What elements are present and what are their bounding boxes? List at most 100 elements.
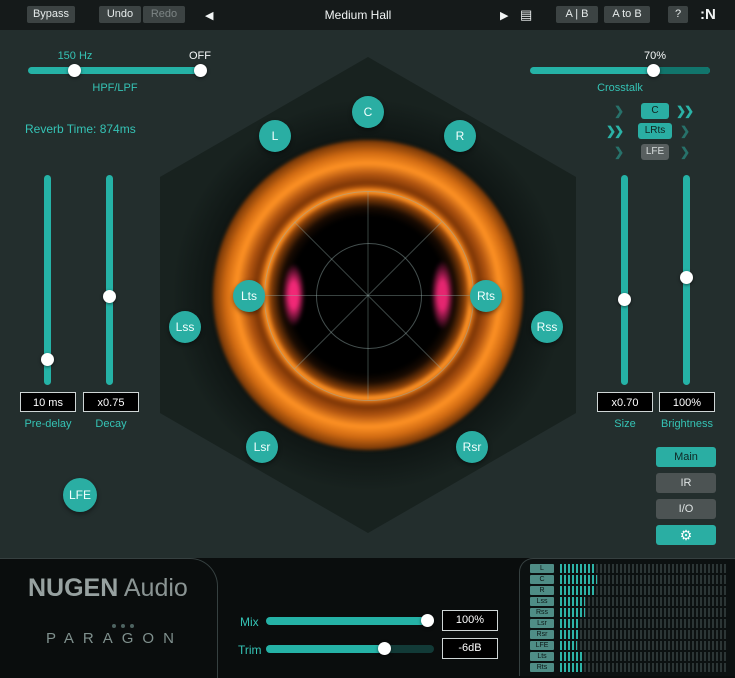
routing-c-left-chevron-icon[interactable]: ❯ [614, 104, 622, 118]
hpf-value-label: 150 Hz [50, 50, 100, 62]
size-value-box[interactable]: x0.70 [597, 392, 653, 412]
hexagon-visualizer [160, 57, 576, 533]
routing-c-button[interactable]: C [641, 103, 669, 119]
meter-row: C [530, 575, 728, 584]
trim-slider-fill [266, 645, 385, 653]
routing-lrts-left-chevron-icon[interactable]: ❯❯ [606, 124, 622, 138]
speaker-node-lfe[interactable]: LFE [63, 478, 97, 512]
meter-label: Rsr [530, 630, 554, 639]
meter-bar [560, 608, 728, 617]
speaker-node-l[interactable]: L [259, 120, 291, 152]
meter-row: Lss [530, 597, 728, 606]
meter-label: LFE [530, 641, 554, 650]
mix-slider-track[interactable] [266, 617, 434, 625]
meter-row: Rsr [530, 630, 728, 639]
predelay-value-box[interactable]: 10 ms [20, 392, 76, 412]
brand-name-light: Audio [118, 574, 188, 602]
speaker-node-rsr[interactable]: Rsr [456, 431, 488, 463]
decay-label: Decay [87, 418, 135, 430]
routing-lrts-right-chevron-icon[interactable]: ❯ [680, 124, 688, 138]
meter-bar [560, 652, 728, 661]
meter-label: Rss [530, 608, 554, 617]
size-label: Size [597, 418, 653, 430]
brightness-value-box[interactable]: 100% [659, 392, 715, 412]
predelay-label: Pre-delay [16, 418, 80, 430]
routing-c-right-chevron-icon[interactable]: ❯❯ [676, 104, 692, 118]
tab-io[interactable]: I/O [656, 499, 716, 519]
routing-lfe-button[interactable]: LFE [641, 144, 669, 160]
hpf-slider-handle[interactable] [68, 64, 81, 77]
preset-prev-icon[interactable]: ◀ [205, 9, 213, 22]
lpf-slider-handle[interactable] [194, 64, 207, 77]
settings-gear-button[interactable]: ⚙ [656, 525, 716, 545]
ab-compare-button[interactable]: A | B [556, 6, 598, 23]
top-toolbar: Bypass Undo Redo ◀ Medium Hall ▶ ▤ A | B… [0, 0, 735, 30]
undo-button[interactable]: Undo [99, 6, 141, 23]
size-fader-track[interactable] [621, 175, 628, 385]
size-fader-handle[interactable] [618, 293, 631, 306]
crosstalk-slider-handle[interactable] [647, 64, 660, 77]
brightness-fader-handle[interactable] [680, 271, 693, 284]
meter-label: C [530, 575, 554, 584]
speaker-node-lts[interactable]: Lts [233, 280, 265, 312]
meter-row: LFE [530, 641, 728, 650]
mix-label: Mix [240, 615, 259, 629]
meter-label: Lts [530, 652, 554, 661]
meter-row: R [530, 586, 728, 595]
tab-ir[interactable]: IR [656, 473, 716, 493]
lpf-value-label: OFF [178, 50, 222, 62]
nugen-logo: :N [700, 6, 716, 23]
meter-bar [560, 630, 728, 639]
speaker-node-rss[interactable]: Rss [531, 311, 563, 343]
tab-main[interactable]: Main [656, 447, 716, 467]
predelay-fader-handle[interactable] [41, 353, 54, 366]
decay-fader-handle[interactable] [103, 290, 116, 303]
trim-slider-handle[interactable] [378, 642, 391, 655]
paragon-plugin-window: Bypass Undo Redo ◀ Medium Hall ▶ ▤ A | B… [0, 0, 735, 678]
crosstalk-value-label: 70% [630, 50, 680, 62]
main-panel: C L R Lts Rts Lss Rss Lsr Rsr LFE 150 Hz… [0, 30, 735, 558]
meter-label: L [530, 564, 554, 573]
reverb-time-readout: Reverb Time: 874ms [25, 122, 185, 136]
meter-bar [560, 575, 728, 584]
routing-lfe-left-chevron-icon[interactable]: ❯ [614, 145, 622, 159]
meter-bar [560, 641, 728, 650]
meter-row: Rss [530, 608, 728, 617]
meter-row: Lts [530, 652, 728, 661]
speaker-node-c[interactable]: C [352, 96, 384, 128]
trim-label: Trim [238, 643, 262, 657]
bypass-button[interactable]: Bypass [27, 6, 75, 23]
meter-label: Lsr [530, 619, 554, 628]
crosstalk-track-remainder [655, 67, 710, 74]
mix-slider-handle[interactable] [421, 614, 434, 627]
preset-list-icon[interactable]: ▤ [520, 7, 532, 23]
channel-meter-panel: L C R Lss Rss Lsr Rsr LFE Lts Rts [519, 558, 735, 676]
gear-icon: ⚙ [680, 527, 693, 543]
redo-button[interactable]: Redo [143, 6, 185, 23]
meter-bar [560, 663, 728, 672]
meter-label: Rts [530, 663, 554, 672]
hpf-lpf-slider-track[interactable] [28, 67, 205, 74]
bottom-panel: NUGEN Audio PARAGON Mix 100% Trim -6dB L… [0, 558, 735, 678]
trim-value-box[interactable]: -6dB [442, 638, 498, 659]
speaker-node-lss[interactable]: Lss [169, 311, 201, 343]
speaker-node-lsr[interactable]: Lsr [246, 431, 278, 463]
meter-row: Lsr [530, 619, 728, 628]
speaker-node-rts[interactable]: Rts [470, 280, 502, 312]
routing-lrts-button[interactable]: LRts [638, 123, 672, 139]
speaker-node-r[interactable]: R [444, 120, 476, 152]
meter-bar [560, 597, 728, 606]
meter-label: R [530, 586, 554, 595]
brightness-label: Brightness [652, 418, 722, 430]
routing-lfe-right-chevron-icon[interactable]: ❯ [680, 145, 688, 159]
a-to-b-button[interactable]: A to B [604, 6, 650, 23]
meter-bar [560, 586, 728, 595]
brand-logo: NUGEN Audio [28, 574, 188, 603]
preset-next-icon[interactable]: ▶ [500, 9, 508, 22]
hpf-lpf-label: HPF/LPF [70, 82, 160, 94]
decay-value-box[interactable]: x0.75 [83, 392, 139, 412]
preset-name[interactable]: Medium Hall [258, 8, 458, 22]
mix-value-box[interactable]: 100% [442, 610, 498, 631]
help-button[interactable]: ? [668, 6, 688, 23]
decay-fader-track[interactable] [106, 175, 113, 385]
